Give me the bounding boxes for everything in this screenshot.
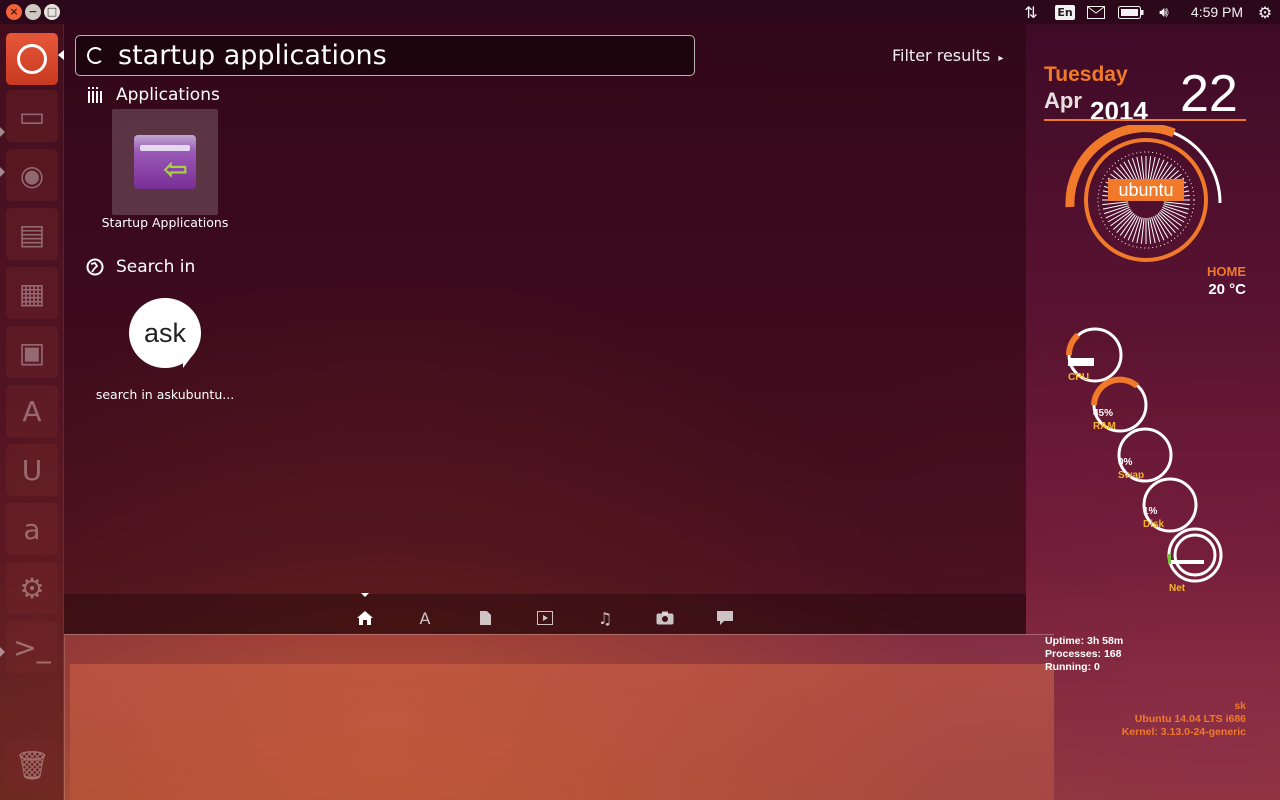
swap-value: 0% [1118,457,1133,468]
category-search-in: Search in [86,257,195,277]
net-label: Net [1169,583,1186,594]
conky-ubuntu-clock: ubuntu [1065,125,1222,262]
libreoffice-writer-icon[interactable]: ▤ [6,208,58,260]
social-lens-icon[interactable] [714,607,736,629]
conky-temperature: 20 °C [1208,281,1246,298]
result-startup-applications[interactable]: ⇦ [112,109,218,215]
cpu-label: CPU [1068,372,1090,383]
conky-kernel: Kernel: 3.13.0-24-generic [1121,726,1246,738]
power-gear-icon[interactable]: ⚙ [1254,0,1276,24]
disk-label: Disk [1143,519,1165,530]
home-lens-icon[interactable] [354,607,376,629]
dash-pointer [58,50,64,60]
files-lens-icon[interactable] [474,607,496,629]
filter-results-label: Filter results [892,46,991,65]
launcher-running-pip [0,127,5,137]
ram-value: 45% [1093,408,1114,419]
disk-value: 1% [1143,506,1158,517]
net-gauge [1167,527,1223,583]
software-center-icon[interactable]: A [6,385,58,437]
conky-weekday: Tuesday [1044,63,1128,86]
ubuntu-logo-icon [17,44,47,74]
background-window-content [70,664,1054,800]
terminal-icon[interactable]: >_ [6,621,58,673]
conky-uptime: Uptime: 3h 58m [1045,635,1124,647]
conky-os: Ubuntu 14.04 LTS i686 [1134,713,1246,725]
globe-icon [86,258,104,276]
result-label: Startup Applications [101,215,229,230]
search-input[interactable] [118,40,678,71]
files-icon[interactable]: ▭ [6,90,58,142]
video-lens-icon[interactable] [534,607,556,629]
ubuntu-logo-text: ubuntu [1118,180,1173,200]
launcher-running-pip [0,647,5,657]
conky-running: Running: 0 [1045,661,1100,673]
filter-results-button[interactable]: Filter results ▸ [892,46,1003,65]
result-search-askubuntu[interactable]: ask [127,296,203,372]
window-maximize-button[interactable]: □ [44,4,60,20]
conky-divider [1044,119,1246,121]
libreoffice-impress-icon[interactable]: ▣ [6,326,58,378]
chevron-right-icon: ▸ [998,53,1004,64]
conky-day-of-month: 22 [1180,65,1238,123]
system-settings-icon[interactable]: ⚙ [6,562,58,614]
applications-icon [86,86,104,104]
askubuntu-icon: ask [129,298,201,368]
dash-home-button[interactable] [6,33,58,85]
window-close-button[interactable]: × [6,4,22,20]
keyboard-layout-indicator[interactable]: En [1054,0,1076,24]
applications-lens-icon[interactable]: A [414,607,436,629]
music-lens-icon[interactable]: ♫ [594,607,616,629]
conky-month: Apr [1044,88,1082,113]
network-transfer-icon[interactable]: ⇅ [1020,0,1042,24]
firefox-icon[interactable]: ◉ [6,149,58,201]
category-label: Search in [116,257,196,277]
launcher: ▭ ◉ ▤ ▦ ▣ A U a ⚙ >_ 🗑︎ [0,24,64,800]
clock-tick [1112,211,1133,230]
ram-label: RAM [1093,421,1116,432]
photos-lens-icon[interactable] [654,607,676,629]
conky-year: 2014 [1090,96,1148,126]
category-label: Applications [116,85,220,105]
clock-tick [1157,213,1176,234]
launcher-running-pip [0,167,5,177]
volume-icon[interactable]: 🔊︎ [1152,0,1176,24]
clock-tick [1116,213,1135,234]
startup-applications-icon: ⇦ [134,135,196,189]
amazon-icon[interactable]: a [6,503,58,555]
conky-location: HOME [1207,264,1246,279]
trash-icon[interactable]: 🗑︎ [6,739,58,791]
battery-icon[interactable] [1117,0,1145,24]
libreoffice-calc-icon[interactable]: ▦ [6,267,58,319]
top-panel: × − □ ⇅ En 🔊︎ 4:59 PM ⚙ [0,0,1280,24]
search-box[interactable] [75,35,695,76]
mail-icon[interactable] [1085,0,1107,24]
category-applications: Applications [86,85,220,105]
cpu-value [1068,358,1094,366]
keyboard-layout-label: En [1055,4,1075,20]
result-label: search in askubuntu... [95,387,235,402]
dash-overlay: Filter results ▸ Applications ⇦ Startup A… [58,24,1026,634]
active-lens-marker [361,593,369,597]
ubuntu-one-icon[interactable]: U [6,444,58,496]
window-minimize-button[interactable]: − [25,4,41,20]
conky-user: sk [1234,700,1246,712]
spinner-icon [87,47,104,64]
conky-processes: Processes: 168 [1045,648,1122,660]
clock-tick [1159,211,1180,230]
clock[interactable]: 4:59 PM [1186,0,1248,24]
